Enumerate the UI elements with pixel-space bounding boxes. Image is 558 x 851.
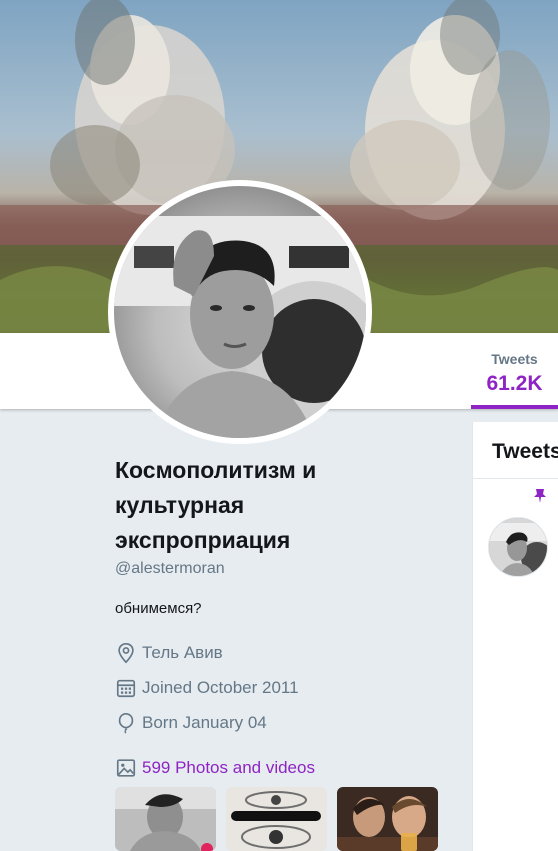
photos-videos-link[interactable]: 599 Photos and videos	[115, 756, 315, 780]
profile-joined: Joined October 2011	[115, 676, 299, 700]
media-thumbnail[interactable]	[337, 787, 438, 851]
avatar-photo	[114, 186, 366, 438]
location-pin-icon	[118, 643, 134, 664]
photo-icon	[116, 759, 136, 777]
calendar-icon	[116, 679, 136, 698]
profile-bio: обнимемся?	[115, 600, 202, 617]
tweet-author-avatar[interactable]	[488, 517, 548, 577]
balloon-icon	[118, 713, 134, 734]
joined-text: Joined October 2011	[142, 678, 299, 697]
timeline-column: Tweets	[472, 422, 558, 851]
location-text: Тель Авив	[142, 643, 223, 662]
profile-avatar[interactable]	[108, 180, 372, 444]
pin-icon	[534, 489, 546, 503]
timeline-header-title[interactable]: Tweets	[492, 440, 558, 464]
media-thumbnail[interactable]	[115, 787, 216, 851]
tab-tweets-count: 61.2K	[486, 372, 543, 395]
tab-active-indicator	[471, 405, 558, 409]
profile-location: Тель Авив	[115, 641, 223, 665]
tab-tweets-label: Tweets	[491, 351, 538, 367]
tab-tweets[interactable]: Tweets 61.2K	[471, 333, 558, 409]
media-thumbnail[interactable]	[226, 787, 327, 851]
photos-videos-label: 599 Photos and videos	[142, 758, 315, 777]
profile-name: Космополитизм и культурная экспроприация	[115, 457, 317, 553]
birthday-text: Born January 04	[142, 713, 267, 732]
timeline-header: Tweets	[473, 422, 558, 479]
profile-birthday: Born January 04	[115, 711, 267, 735]
profile-handle[interactable]: @alestermoran	[115, 560, 225, 578]
